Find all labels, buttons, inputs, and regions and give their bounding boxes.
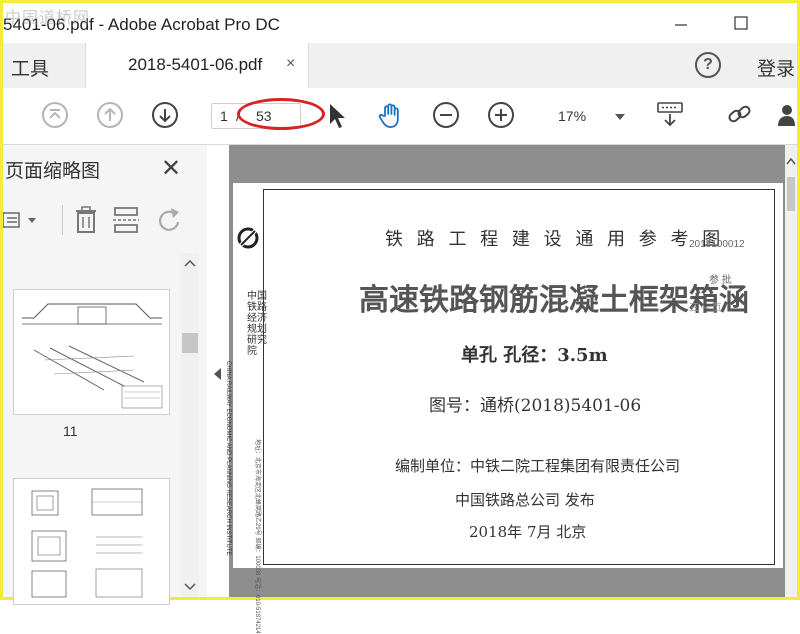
title-bar: 5401-06.pdf - Adobe Acrobat Pro DC 中国道桥网: [3, 3, 797, 43]
scrollbar-thumb[interactable]: [182, 333, 198, 353]
thumbnail-drawing: [31, 488, 143, 598]
rotate-icon[interactable]: [155, 206, 183, 234]
stamp-subtext: 三 ─ 页: [689, 303, 722, 314]
extract-page-icon[interactable]: [113, 206, 141, 234]
current-page-input[interactable]: 1: [220, 108, 228, 124]
toolbar: 1 / 53 17%: [3, 88, 797, 145]
previous-page-button[interactable]: [95, 100, 125, 130]
maximize-button[interactable]: [723, 11, 759, 39]
link-icon: [728, 105, 751, 123]
collapse-panel-icon[interactable]: [214, 368, 221, 380]
share-link-button[interactable]: [725, 100, 755, 130]
scroll-up-icon[interactable]: [786, 157, 796, 165]
zoom-value: 17%: [558, 108, 587, 124]
page-thumbnail[interactable]: [13, 478, 170, 605]
minimize-icon: [675, 24, 687, 26]
approval-stamp: 2018100012 参 批 三 ─ 页: [689, 239, 771, 315]
compiler-unit: 编制单位：中铁二院工程集团有限责任公司: [395, 457, 681, 475]
zoom-in-button[interactable]: [486, 100, 516, 130]
tab-tools[interactable]: 工具: [3, 43, 83, 88]
sign-in-button[interactable]: 登录: [757, 54, 795, 81]
zoom-dropdown[interactable]: 17%: [543, 103, 633, 129]
first-page-button[interactable]: [40, 100, 70, 130]
zoom-out-button[interactable]: [431, 100, 461, 130]
select-tool-button[interactable]: [321, 100, 351, 130]
page-thumbnail[interactable]: [13, 289, 170, 415]
trash-icon[interactable]: [73, 206, 99, 234]
hand-icon: [378, 103, 399, 128]
scrolling-mode-button[interactable]: [655, 100, 685, 130]
scroll-down-icon[interactable]: [184, 583, 196, 591]
thumbnail-list: 11: [3, 253, 181, 605]
publish-date: 2018年 7月 北京: [469, 523, 587, 541]
highlight-annotation-oval: [237, 98, 325, 130]
document-view[interactable]: 中国铁路经济规划研究院 CHINA RAILWAY ECONOMIC AND P…: [225, 145, 785, 634]
panel-toolbar: [3, 201, 207, 239]
thumbnail-scrollbar[interactable]: [181, 253, 199, 597]
arrow-down-icon: [152, 102, 178, 128]
arrow-up-icon: [97, 102, 123, 128]
organization-name-vertical: 中国铁路经济规划研究院: [247, 291, 267, 357]
options-menu-icon[interactable]: [3, 209, 39, 231]
help-icon[interactable]: ?: [695, 52, 721, 78]
maximize-icon: [734, 16, 748, 30]
thumbnails-panel: 页面缩略图 ✕ 11: [3, 145, 208, 605]
minus-circle-icon: [433, 102, 459, 128]
scroll-up-icon[interactable]: [184, 259, 196, 267]
drawing-number: 图号：通桥(2018)5401-06: [429, 396, 642, 416]
scrollbar-thumb[interactable]: [787, 177, 795, 211]
next-page-button[interactable]: [150, 100, 180, 130]
stamp-code: 2018100012: [689, 239, 745, 250]
organization-address: 地址：北京市海淀区北蜂窝路乙29号 邮编：100038 电话：010-51874…: [254, 439, 260, 634]
pdf-page: 中国铁路经济规划研究院 CHINA RAILWAY ECONOMIC AND P…: [225, 183, 783, 634]
tab-bar: 工具 2018-5401-06.pdf × ? 登录: [3, 43, 797, 89]
railway-logo-icon: [237, 227, 259, 249]
account-button[interactable]: [775, 100, 795, 130]
organization-name-english: CHINA RAILWAY ECONOMIC AND PLANNING RESE…: [225, 361, 231, 556]
document-subtitle: 单孔 孔径：3.5m: [461, 345, 608, 366]
minimize-button[interactable]: [663, 11, 699, 39]
document-header: 铁 路 工 程 建 设 通 用 参 考 图: [385, 229, 725, 250]
thumbnail-page-number: 11: [63, 423, 78, 439]
keyboard-scroll-icon: [657, 102, 683, 127]
user-icon: [778, 105, 795, 126]
panel-toolbar-divider: [62, 205, 63, 235]
document-scrollbar[interactable]: [785, 145, 797, 597]
tab-close-icon[interactable]: ×: [286, 55, 295, 73]
plus-circle-icon: [488, 102, 514, 128]
stamp-text: 参 批: [709, 275, 732, 286]
thumbnail-drawing: [22, 303, 163, 409]
hand-tool-button[interactable]: [376, 100, 406, 130]
panel-close-icon[interactable]: ✕: [161, 154, 181, 183]
tab-tools-label: 工具: [11, 59, 50, 80]
first-page-icon: [42, 102, 68, 128]
watermark: 中国道桥网: [5, 8, 91, 27]
tab-document-label: 2018-5401-06.pdf: [128, 55, 263, 74]
chevron-down-icon: [615, 114, 625, 120]
cursor-arrow-icon: [330, 104, 345, 128]
publisher: 中国铁路总公司 发布: [455, 491, 595, 509]
tab-document[interactable]: 2018-5401-06.pdf ×: [85, 43, 309, 88]
panel-title: 页面缩略图: [5, 161, 101, 182]
